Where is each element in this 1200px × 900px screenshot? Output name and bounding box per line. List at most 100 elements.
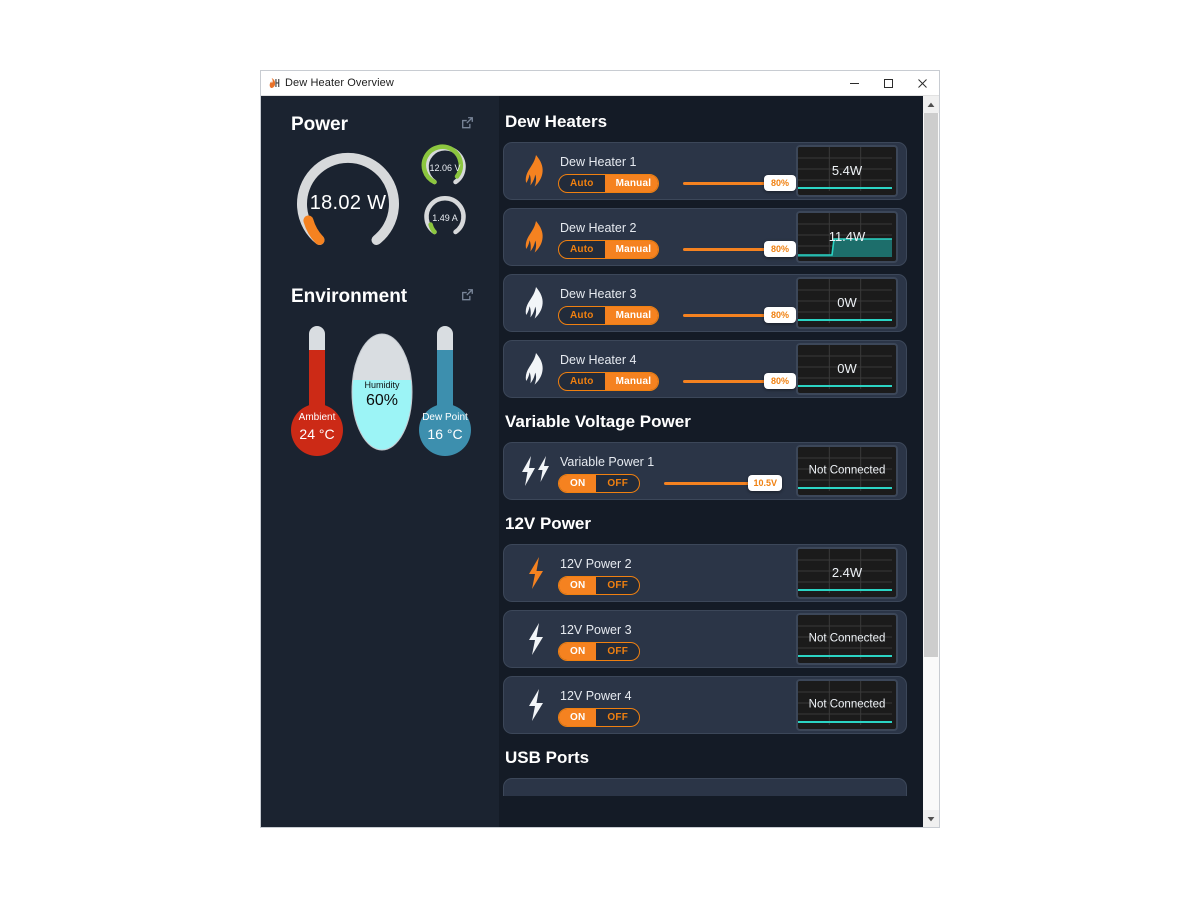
- level-slider[interactable]: 80%: [682, 175, 796, 191]
- device-info: 12V Power 3 ON OFF: [558, 611, 796, 667]
- device-name: 12V Power 4: [560, 688, 632, 703]
- toggle-option-1[interactable]: OFF: [596, 475, 639, 492]
- device-controls: Auto Manual 80%: [558, 371, 796, 391]
- device-graph[interactable]: 2.4W: [796, 547, 898, 599]
- device-info: Dew Heater 2 Auto Manual 80%: [558, 209, 796, 265]
- device-graph[interactable]: Not Connected: [796, 679, 898, 731]
- toggle-option-0[interactable]: Auto: [559, 175, 605, 192]
- toggle-option-0[interactable]: Auto: [559, 241, 605, 258]
- toggle-option-1[interactable]: Manual: [604, 372, 658, 390]
- level-slider[interactable]: 80%: [682, 307, 796, 323]
- toggle-option-0[interactable]: Auto: [559, 307, 605, 324]
- bolt-icon: [529, 557, 543, 589]
- level-slider[interactable]: 80%: [682, 241, 796, 257]
- device-graph[interactable]: 5.4W: [796, 145, 898, 197]
- mode-toggle[interactable]: ON OFF: [558, 473, 641, 493]
- title-bar: Dew Heater Overview: [261, 71, 939, 96]
- device-controls: ON OFF 10.5V: [558, 473, 796, 493]
- device-name: 12V Power 2: [560, 556, 632, 571]
- device-icon: [514, 286, 558, 320]
- vertical-scrollbar[interactable]: [923, 96, 939, 827]
- device-card: Dew Heater 1 Auto Manual 80% 5.4W: [503, 142, 907, 200]
- ambient-readout: Ambient 24 °C: [291, 412, 343, 443]
- dewpoint-value: 16 °C: [427, 425, 463, 442]
- toggle-option-1[interactable]: OFF: [596, 709, 639, 726]
- device-card: Variable Power 1 ON OFF 10.5V Not Connected: [503, 442, 907, 500]
- flame-icon: [525, 353, 543, 385]
- graph-value: 0W: [837, 294, 857, 310]
- toggle-option-1[interactable]: OFF: [596, 577, 639, 594]
- device-graph[interactable]: 0W: [796, 343, 898, 395]
- toggle-option-0[interactable]: ON: [559, 708, 597, 726]
- mode-toggle[interactable]: Auto Manual: [558, 239, 659, 259]
- graph-value: Not Connected: [808, 632, 886, 645]
- flame-icon: [525, 287, 543, 319]
- external-link-icon[interactable]: [460, 115, 475, 135]
- close-button[interactable]: [905, 72, 939, 95]
- environment-widgets: Ambient 24 °C Humidity 60% Dew Point 16 …: [261, 318, 499, 468]
- device-graph[interactable]: 11.4W: [796, 211, 898, 263]
- mode-toggle[interactable]: Auto Manual: [558, 305, 659, 325]
- level-slider[interactable]: 80%: [682, 373, 796, 389]
- toggle-option-0[interactable]: Auto: [559, 373, 605, 390]
- main-scroll-area[interactable]: Dew Heaters Dew Heater 1 Auto Manual 80% 5.4W…: [499, 96, 923, 827]
- bolt-icon: [529, 689, 543, 721]
- slider-track[interactable]: [682, 181, 768, 185]
- mode-toggle[interactable]: ON OFF: [558, 707, 641, 727]
- device-info: Dew Heater 1 Auto Manual 80%: [558, 143, 796, 199]
- power-gauges: 18.02 W 12.06 V 1.49 A: [261, 142, 499, 262]
- device-info: Variable Power 1 ON OFF 10.5V: [558, 443, 796, 499]
- app-window: Dew Heater Overview Power 18.02 W 12.06 …: [260, 70, 940, 828]
- power-title: Power: [291, 114, 349, 135]
- device-name: Dew Heater 2: [560, 220, 637, 235]
- toggle-option-0[interactable]: ON: [559, 642, 597, 660]
- toggle-option-1[interactable]: Manual: [604, 174, 658, 192]
- section-title: 12V Power: [505, 514, 591, 533]
- mode-toggle[interactable]: Auto Manual: [558, 173, 659, 193]
- device-graph[interactable]: 0W: [796, 277, 898, 329]
- slider-thumb[interactable]: 80%: [764, 307, 796, 323]
- toggle-option-1[interactable]: Manual: [604, 306, 658, 324]
- graph-value: 0W: [837, 360, 857, 376]
- slider-track[interactable]: [664, 481, 753, 485]
- device-card: 12V Power 2 ON OFF 2.4W: [503, 544, 907, 602]
- slider-track[interactable]: [682, 379, 768, 383]
- toggle-option-0[interactable]: ON: [559, 474, 597, 492]
- device-controls: Auto Manual 80%: [558, 173, 796, 193]
- slider-thumb[interactable]: 80%: [764, 373, 796, 389]
- device-info: 12V Power 2 ON OFF: [558, 545, 796, 601]
- scroll-down-button[interactable]: [923, 810, 939, 827]
- humidity-readout: Humidity 60%: [351, 380, 413, 410]
- app-icon: [261, 76, 285, 90]
- slider-thumb[interactable]: 80%: [764, 175, 796, 191]
- scrollbar-thumb[interactable]: [924, 113, 938, 657]
- graph-value: 2.4W: [831, 564, 863, 580]
- mode-toggle[interactable]: ON OFF: [558, 641, 641, 661]
- minimize-button[interactable]: [837, 72, 871, 95]
- slider-track[interactable]: [682, 247, 768, 251]
- level-slider[interactable]: 10.5V: [664, 475, 783, 491]
- device-name: Dew Heater 4: [560, 352, 637, 367]
- device-card: Dew Heater 4 Auto Manual 80% 0W: [503, 340, 907, 398]
- slider-track[interactable]: [682, 313, 768, 317]
- mode-toggle[interactable]: Auto Manual: [558, 371, 659, 391]
- scrollbar-track[interactable]: [923, 113, 939, 810]
- external-link-icon[interactable]: [460, 287, 475, 307]
- device-card: 12V Power 4 ON OFF Not Connected: [503, 676, 907, 734]
- device-graph[interactable]: Not Connected: [796, 445, 898, 497]
- graph-value: Not Connected: [808, 698, 886, 711]
- toggle-option-1[interactable]: Manual: [604, 240, 658, 258]
- environment-panel-header: Environment: [261, 286, 499, 308]
- toggle-option-0[interactable]: ON: [559, 576, 597, 594]
- device-info: 12V Power 4 ON OFF: [558, 677, 796, 733]
- toggle-option-1[interactable]: OFF: [596, 643, 639, 660]
- slider-thumb[interactable]: 10.5V: [748, 475, 783, 491]
- slider-thumb[interactable]: 80%: [764, 241, 796, 257]
- device-graph[interactable]: Not Connected: [796, 613, 898, 665]
- left-panel: Power 18.02 W 12.06 V 1.49 A Environment…: [261, 96, 499, 827]
- device-icon: [514, 688, 558, 722]
- scroll-up-button[interactable]: [923, 96, 939, 113]
- maximize-button[interactable]: [871, 72, 905, 95]
- mode-toggle[interactable]: ON OFF: [558, 575, 641, 595]
- device-controls: Auto Manual 80%: [558, 305, 796, 325]
